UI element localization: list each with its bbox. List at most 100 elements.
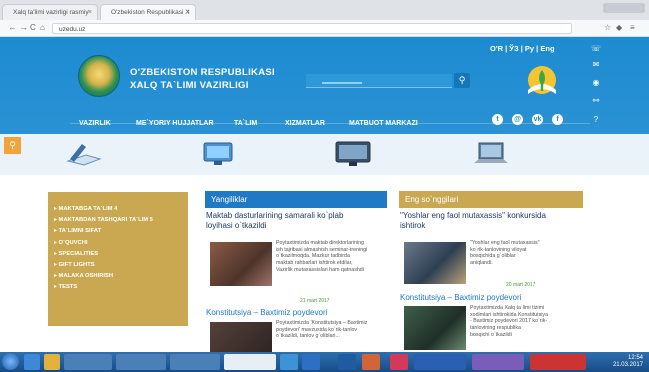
news-column-heading[interactable]: Yangiliklar: [205, 191, 387, 208]
excerpt-line: xodimlari ishtirokida Konstitutsiya: [470, 311, 549, 318]
excerpt-line: maktab rahbarlari ishtirok etdilar,: [276, 260, 353, 267]
browser-tab-1[interactable]: Xalq ta'limi vazirligi rasmiy ×: [2, 4, 98, 20]
tab-label: Xalq ta'limi vazirligi rasmiy: [13, 9, 89, 16]
star-icon[interactable]: ☆: [604, 23, 611, 32]
eye-icon[interactable]: ◉: [591, 78, 601, 88]
close-tab-icon[interactable]: ×: [186, 5, 190, 20]
excerpt-line: Poytaxtimizda maktab direktorlarining: [276, 240, 365, 246]
latest-thumbnail[interactable]: [404, 242, 466, 284]
left-menu-item[interactable]: SPECIALITIES: [54, 249, 188, 260]
home-icon[interactable]: ⌂: [40, 23, 45, 32]
news-headline-line1: Maktab dasturlarining samarali ko`plab: [206, 211, 344, 220]
forward-icon[interactable]: →: [19, 22, 28, 32]
word-taskbar-icon[interactable]: [414, 354, 466, 370]
news-excerpt: Poytaxtimizda maktab direktorlarining is…: [276, 240, 386, 274]
nav-meyoriy-hujjatlar[interactable]: ME`YORIY HUJJATLAR: [136, 120, 214, 127]
latest-thumbnail-2[interactable]: [404, 306, 466, 350]
latest-headline[interactable]: "Yoshlar eng faol mutaxassis" konkursida…: [400, 211, 584, 231]
powerpoint-icon[interactable]: [362, 354, 380, 370]
left-menu: MAKTABGA TA`LIM 4 MAKTABDAN TASHQARI TA`…: [48, 192, 188, 326]
system-tray-icons[interactable]: [530, 354, 586, 370]
excerpt-line: tanlovining respublika: [470, 325, 521, 332]
taskbar-app[interactable]: [170, 354, 220, 370]
ie-icon[interactable]: [24, 354, 40, 370]
left-menu-item[interactable]: MAKTABDAN TASHQARI TA`LIM 5: [54, 215, 188, 226]
excerpt-line: "Yoshlar eng faol mutaxassis": [470, 240, 540, 246]
search-icon[interactable]: ⚲: [454, 73, 470, 88]
language-switcher[interactable]: O'R | ЎЗ | Ру | Eng: [490, 44, 555, 53]
explorer-icon[interactable]: [44, 354, 60, 370]
excerpt-line: Poytaxtimizda Xalq ta`limi tizimi: [470, 305, 545, 311]
search-side-icon[interactable]: ⚲: [4, 137, 21, 154]
telegram-icon[interactable]: t: [492, 114, 503, 125]
excerpt-line: ish tajribasi almashish seminar-treningi: [276, 246, 368, 253]
taskbar-app[interactable]: [64, 354, 112, 370]
state-emblem-icon[interactable]: [78, 55, 120, 97]
search-input[interactable]: [306, 74, 452, 88]
latest-column-heading[interactable]: Eng so`nggilari: [399, 191, 583, 208]
latest-headline-2[interactable]: Konstitutsiya – Baxtimiz poydevori: [400, 293, 584, 303]
news-headline[interactable]: Maktab dasturlarining samarali ko`plab l…: [206, 211, 388, 231]
monitor-icon[interactable]: [332, 139, 374, 169]
nav-xizmatlar[interactable]: XIZMATLAR: [285, 120, 325, 127]
phone-icon[interactable]: ☏: [591, 44, 601, 54]
facebook-icon[interactable]: f: [552, 114, 563, 125]
extension-icon[interactable]: ◆: [616, 23, 622, 32]
save-taskbar-icon[interactable]: [338, 354, 356, 370]
site-title[interactable]: O'ZBEKISTON RESPUBLIKASI XALQ TA`LIMI VA…: [130, 66, 275, 92]
clock-time: 12:54: [627, 355, 643, 361]
left-menu-item[interactable]: GIFT LIGHTS: [54, 260, 188, 271]
menu-icon[interactable]: ≡: [630, 23, 635, 32]
news-excerpt-2: Poytaxtimizda 'Konstitutsiya – Baxtimiz …: [276, 320, 386, 340]
taskbar-app[interactable]: [472, 354, 524, 370]
latest-date: 20 mart 2017: [506, 282, 536, 288]
close-tab-icon[interactable]: ×: [88, 5, 92, 20]
excerpt-line: Poytaxtimizda 'Konstitutsiya – Baxtimiz: [276, 320, 368, 326]
left-menu-item[interactable]: O`QUVCHI: [54, 238, 188, 249]
excerpt-line: o`tkazildi, tanlov g`oliblari...: [276, 333, 340, 340]
news-thumbnail-2[interactable]: [210, 322, 272, 352]
left-menu-item[interactable]: TA`LIMNI SIFAT: [54, 226, 188, 237]
mail-social-icon[interactable]: @: [512, 114, 523, 125]
taskbar-app-icon[interactable]: [280, 354, 298, 370]
left-menu-item[interactable]: TESTS: [54, 282, 188, 293]
ministry-logo-icon[interactable]: [522, 64, 562, 100]
laptop-icon[interactable]: [470, 139, 510, 169]
news-headline-2[interactable]: Konstitutsiya – Baxtimiz poydevori: [206, 308, 388, 318]
link-icon[interactable]: ⚯: [591, 96, 601, 106]
latest-excerpt: "Yoshlar eng faol mutaxassis" ko`rik-tan…: [470, 240, 582, 267]
left-menu-item[interactable]: MALAKA OSHIRISH: [54, 271, 188, 282]
nav-matbuot-markazi[interactable]: MATBUOT MARKAZI: [349, 120, 418, 127]
vk-icon[interactable]: vk: [532, 114, 543, 125]
excerpt-line: bosqichi o`tkazildi: [470, 331, 512, 338]
book-pen-icon[interactable]: [64, 139, 104, 169]
nav-vazirlik[interactable]: VAZIRLIK: [79, 120, 111, 127]
excerpt-line: Vazirlik mutaxassislari ham qatnashdi: [276, 266, 364, 273]
excerpt-line: - Baxtimiz poydevori 2017 ko`rik-: [470, 318, 548, 325]
news-thumbnail[interactable]: [210, 242, 272, 286]
taskbar-app[interactable]: [116, 354, 166, 370]
browser-tab-2[interactable]: O'zbekiston Respublikasi X ×: [100, 4, 196, 20]
chrome-taskbar-icon[interactable]: [224, 354, 276, 370]
back-icon[interactable]: ←: [8, 22, 17, 32]
reload-icon[interactable]: C: [30, 23, 36, 32]
news-headline-line2: loyihasi o`tkazildi: [206, 221, 267, 230]
window-controls[interactable]: [603, 3, 645, 13]
computer-icon[interactable]: [198, 139, 238, 169]
site-title-line2: XALQ TA`LIMI VAZIRLIGI: [130, 80, 249, 91]
excerpt-line: poydevori' mavzusida ko`rik-tanlov: [276, 326, 358, 333]
access-icon[interactable]: [390, 354, 408, 370]
help-icon[interactable]: ?: [591, 115, 601, 125]
nav-talim[interactable]: TA`LIM: [234, 120, 257, 127]
excerpt-line: bosqichida g`oliblar: [470, 253, 516, 260]
taskbar-clock[interactable]: 12:54 21.03.2017: [613, 355, 643, 369]
start-button[interactable]: [2, 353, 19, 370]
mail-icon[interactable]: ✉: [591, 60, 601, 70]
address-bar[interactable]: uzedu.uz: [52, 23, 572, 34]
clock-date: 21.03.2017: [612, 362, 643, 368]
tab-label: O'zbekiston Respublikasi X: [111, 9, 190, 16]
latest-headline-line1: "Yoshlar eng faol mutaxassis" konkursida: [400, 211, 546, 220]
left-menu-item[interactable]: MAKTABGA TA`LIM 4: [54, 204, 188, 215]
site-title-line1: O'ZBEKISTON RESPUBLIKASI: [130, 67, 275, 78]
taskbar-app-icon[interactable]: [302, 354, 320, 370]
